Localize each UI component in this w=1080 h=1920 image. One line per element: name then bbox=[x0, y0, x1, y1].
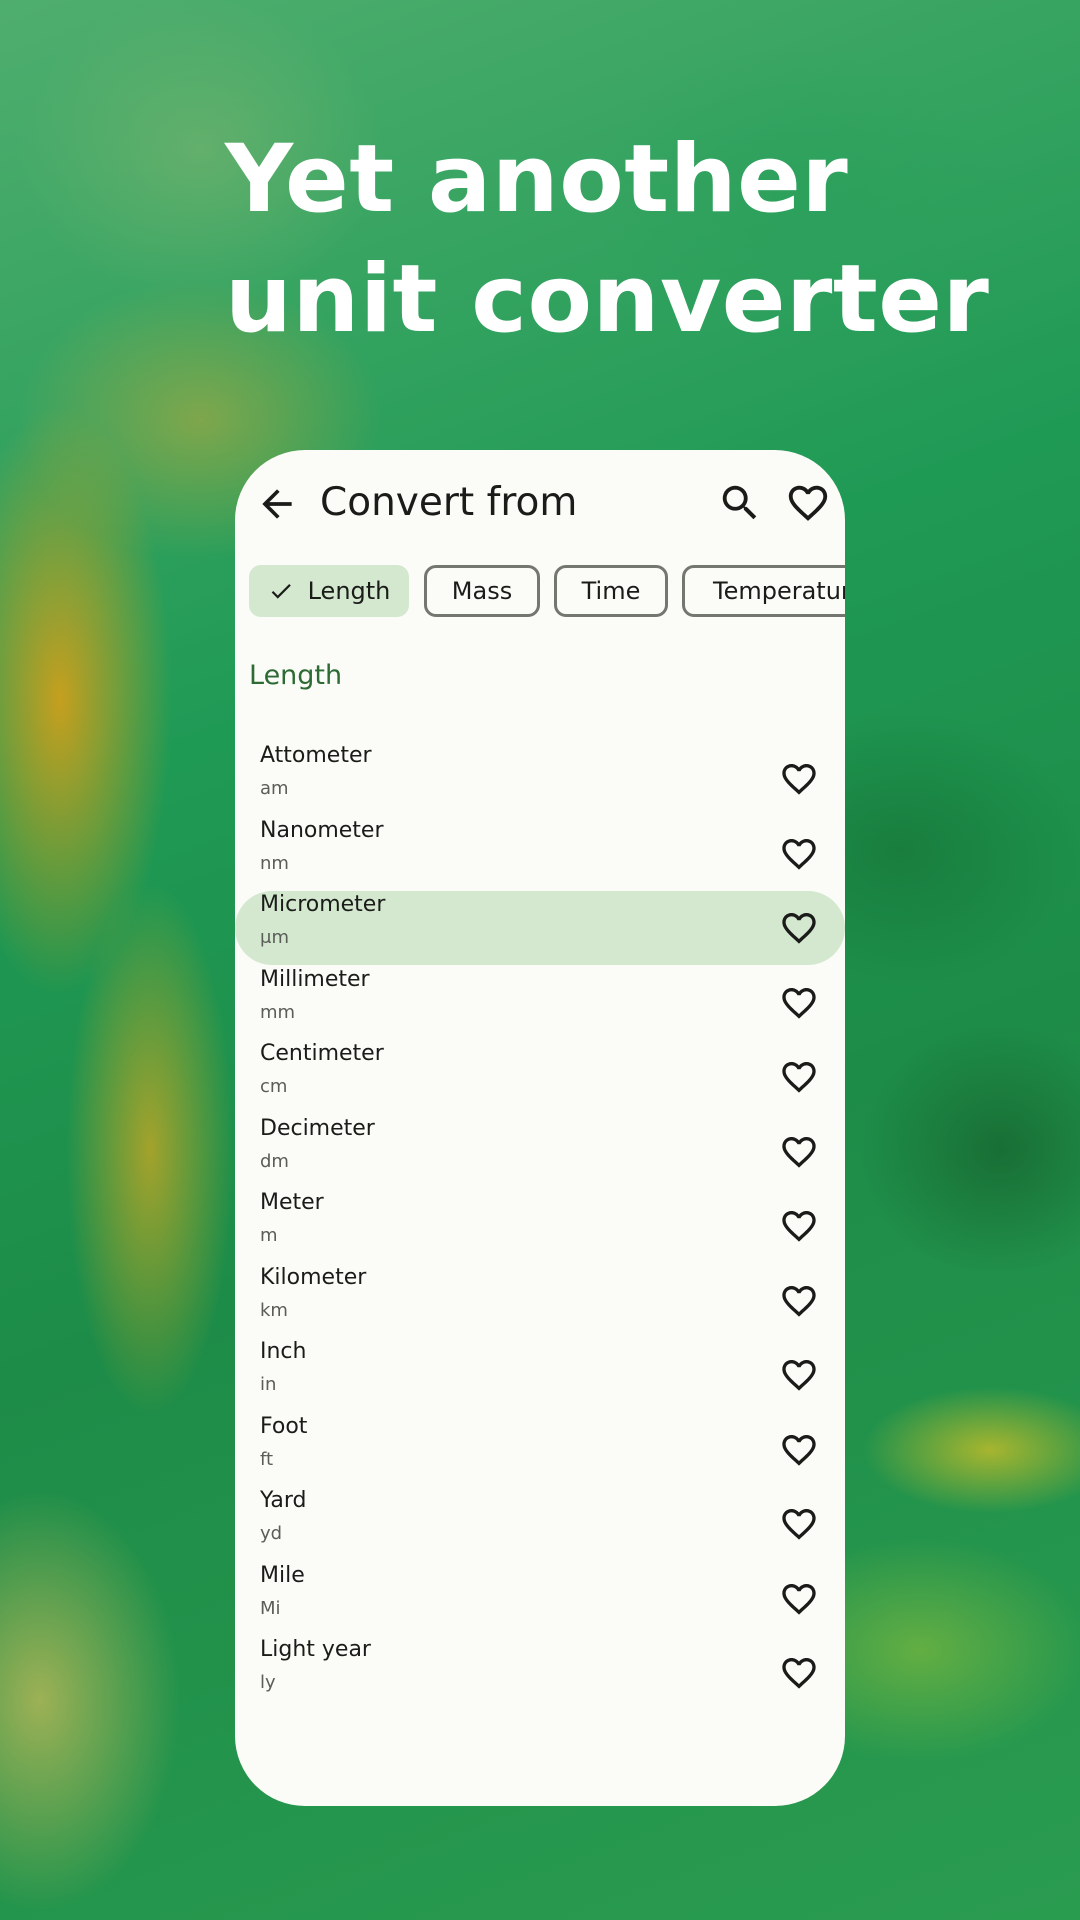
favorite-heart-icon[interactable] bbox=[779, 1206, 819, 1246]
unit-row[interactable]: Nanometer nm bbox=[235, 817, 845, 891]
unit-row[interactable]: Millimeter mm bbox=[235, 966, 845, 1040]
unit-name: Decimeter bbox=[260, 1115, 375, 1141]
unit-row[interactable]: Centimeter cm bbox=[235, 1040, 845, 1114]
favorite-heart-icon[interactable] bbox=[779, 983, 819, 1023]
unit-symbol: Mi bbox=[260, 1597, 281, 1619]
arrow-back-icon[interactable] bbox=[255, 482, 299, 526]
favorite-heart-icon[interactable] bbox=[779, 1430, 819, 1470]
headline: Yet another unit converter bbox=[225, 120, 989, 360]
unit-name: Inch bbox=[260, 1339, 307, 1364]
chip-label: Mass bbox=[451, 577, 513, 605]
favorite-heart-icon[interactable] bbox=[779, 1504, 819, 1544]
favorite-heart-icon[interactable] bbox=[779, 834, 819, 874]
favorite-heart-icon[interactable] bbox=[779, 1579, 819, 1619]
favorite-heart-icon[interactable] bbox=[779, 1355, 819, 1395]
chip-temperature[interactable]: Temperature bbox=[682, 565, 845, 617]
unit-name: Micrometer bbox=[260, 892, 386, 917]
unit-row[interactable]: Micrometer μm bbox=[235, 891, 845, 965]
favorite-heart-icon[interactable] bbox=[779, 908, 819, 948]
unit-name: Meter bbox=[260, 1190, 324, 1215]
phone-screen: Convert from Length Mass Time Temperatur… bbox=[235, 450, 845, 1806]
unit-name: Attometer bbox=[260, 743, 372, 768]
unit-row[interactable]: Attometer am bbox=[235, 742, 845, 816]
unit-row[interactable]: Decimeter dm bbox=[235, 1115, 845, 1189]
category-chips: Length Mass Time Temperature bbox=[249, 565, 845, 621]
unit-symbol: m bbox=[260, 1225, 278, 1246]
unit-row[interactable]: Mile Mi bbox=[235, 1562, 845, 1636]
check-icon bbox=[271, 584, 291, 599]
unit-name: Centimeter bbox=[260, 1041, 384, 1066]
unit-symbol: ft bbox=[260, 1448, 274, 1470]
unit-row[interactable]: Meter m bbox=[235, 1189, 845, 1263]
chip-label: Temperature bbox=[713, 577, 845, 605]
chip-length[interactable]: Length bbox=[249, 565, 409, 617]
search-icon[interactable] bbox=[717, 480, 763, 526]
unit-row[interactable]: Light year ly bbox=[235, 1636, 845, 1710]
unit-symbol: am bbox=[260, 778, 289, 799]
chip-label: Length bbox=[307, 577, 391, 605]
headline-line-1: Yet another bbox=[225, 125, 849, 234]
unit-symbol: dm bbox=[260, 1150, 289, 1172]
chip-time[interactable]: Time bbox=[554, 565, 668, 617]
unit-symbol: in bbox=[260, 1374, 277, 1395]
section-title: Length bbox=[249, 660, 343, 691]
unit-symbol: cm bbox=[260, 1076, 288, 1097]
unit-symbol: km bbox=[260, 1299, 288, 1321]
unit-name: Yard bbox=[260, 1488, 307, 1513]
favorite-heart-icon[interactable] bbox=[779, 1132, 819, 1172]
unit-symbol: yd bbox=[260, 1523, 283, 1544]
unit-name: Nanometer bbox=[260, 817, 384, 843]
unit-name: Millimeter bbox=[260, 966, 370, 992]
unit-name: Foot bbox=[260, 1413, 308, 1439]
chip-label: Time bbox=[581, 577, 641, 605]
unit-symbol: nm bbox=[260, 852, 289, 874]
unit-name: Light year bbox=[260, 1637, 371, 1662]
top-app-bar: Convert from bbox=[235, 450, 845, 560]
unit-symbol: ly bbox=[260, 1672, 276, 1693]
unit-row[interactable]: Kilometer km bbox=[235, 1264, 845, 1338]
unit-symbol: mm bbox=[260, 1001, 296, 1023]
unit-row[interactable]: Yard yd bbox=[235, 1487, 845, 1561]
chip-mass[interactable]: Mass bbox=[424, 565, 540, 617]
page-title: Convert from bbox=[320, 480, 578, 525]
favorite-heart-icon[interactable] bbox=[779, 1653, 819, 1693]
headline-line-2: unit converter bbox=[225, 245, 990, 354]
unit-name: Kilometer bbox=[260, 1264, 367, 1290]
favorites-heart-icon[interactable] bbox=[785, 480, 831, 526]
favorite-heart-icon[interactable] bbox=[779, 759, 819, 799]
favorite-heart-icon[interactable] bbox=[779, 1057, 819, 1097]
unit-name: Mile bbox=[260, 1562, 305, 1588]
favorite-heart-icon[interactable] bbox=[779, 1281, 819, 1321]
unit-row[interactable]: Foot ft bbox=[235, 1413, 845, 1487]
unit-symbol: μm bbox=[260, 927, 289, 948]
unit-row[interactable]: Inch in bbox=[235, 1338, 845, 1412]
